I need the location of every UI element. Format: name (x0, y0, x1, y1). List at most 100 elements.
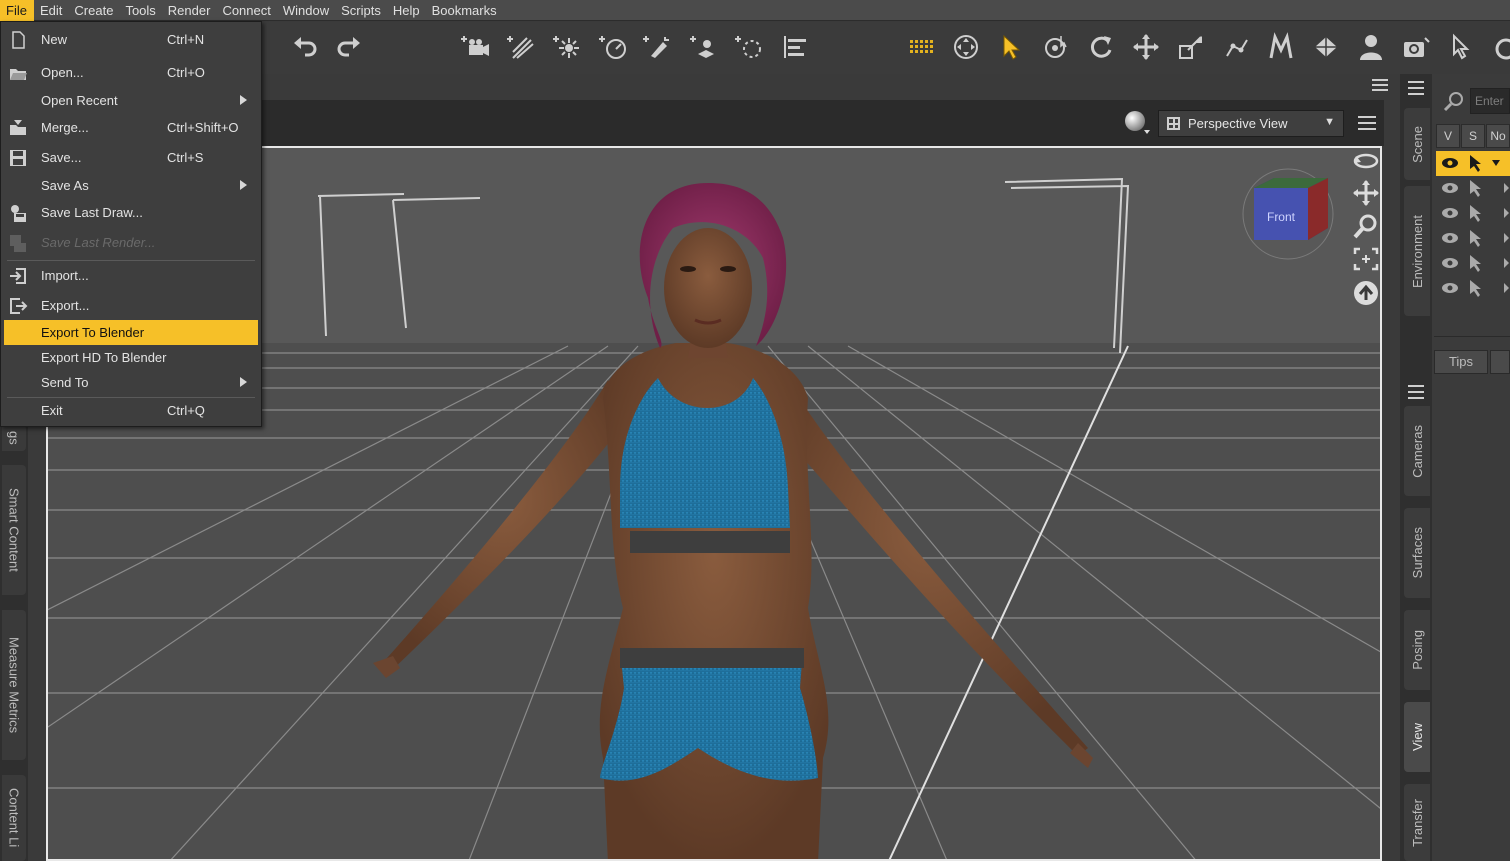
chevron-down-icon: ▼ (1324, 116, 1335, 128)
rotate-tool-icon[interactable] (1084, 30, 1118, 64)
pane-menu-icon[interactable] (1406, 80, 1426, 96)
translate-tool-icon[interactable] (1129, 30, 1163, 64)
pan-camera-icon[interactable] (1350, 178, 1382, 208)
tab-posing[interactable]: Posing (1404, 610, 1430, 690)
joint-editor-icon[interactable] (1219, 30, 1253, 64)
align-icon[interactable] (778, 30, 812, 64)
search-icon (1442, 90, 1466, 112)
export-icon (10, 298, 28, 314)
menu-edit[interactable]: Edit (34, 0, 68, 21)
new-null-icon[interactable] (733, 30, 767, 64)
tab-settings[interactable]: gs (2, 425, 26, 451)
menu-item-export-to-blender[interactable]: Export To Blender (4, 320, 258, 345)
tab-transfer[interactable]: Transfer (1404, 784, 1430, 861)
surface-selection-icon[interactable] (1490, 34, 1510, 62)
pointer-settings-icon[interactable] (1444, 30, 1478, 64)
node-selection-icon[interactable] (994, 30, 1028, 64)
tab-smart-content[interactable]: Smart Content (2, 465, 26, 595)
menu-item-save-as[interactable]: Save As (4, 173, 258, 198)
submenu-arrow-icon (240, 180, 247, 190)
menu-render[interactable]: Render (162, 0, 217, 21)
menu-tools[interactable]: Tools (119, 0, 161, 21)
menu-item-exit[interactable]: Exit Ctrl+Q (4, 398, 258, 423)
pane-menu-icon-2[interactable] (1406, 384, 1426, 400)
menu-item-send-to[interactable]: Send To (4, 370, 258, 395)
region-navigator-icon[interactable] (1039, 30, 1073, 64)
menu-item-import[interactable]: Import... (4, 263, 258, 288)
import-icon (10, 268, 26, 284)
open-folder-icon (10, 69, 27, 80)
pointer-icon (1470, 155, 1481, 172)
tab-content-library[interactable]: Content Li (2, 775, 26, 861)
tab-scene[interactable]: Scene (1404, 108, 1430, 180)
menu-scripts[interactable]: Scripts (335, 0, 387, 21)
menu-create[interactable]: Create (68, 0, 119, 21)
universal-tool-icon[interactable] (949, 30, 983, 64)
menu-connect[interactable]: Connect (216, 0, 276, 21)
menu-bar: File Edit Create Tools Render Connect Wi… (0, 0, 1510, 21)
tab-environment[interactable]: Environment (1404, 186, 1430, 316)
scene-row-icons (1442, 155, 1509, 297)
menu-item-save[interactable]: Save... Ctrl+S (4, 145, 258, 170)
menu-window[interactable]: Window (277, 0, 335, 21)
merge-icon (10, 120, 26, 135)
zoom-camera-icon[interactable] (1350, 211, 1382, 241)
point-light-icon[interactable] (551, 30, 585, 64)
orbit-camera-icon[interactable] (1350, 146, 1382, 176)
reset-camera-icon[interactable] (1350, 278, 1382, 308)
draw-style-icon[interactable] (1120, 108, 1154, 138)
tab-cameras[interactable]: Cameras (1404, 406, 1430, 496)
pane-options-icon[interactable] (1370, 78, 1390, 92)
render-settings-icon[interactable] (904, 30, 938, 64)
tab-more[interactable] (1490, 350, 1510, 374)
menu-item-new[interactable]: New Ctrl+N (4, 27, 258, 52)
new-primitive-icon[interactable] (688, 30, 722, 64)
geometry-editor-icon[interactable] (1309, 30, 1343, 64)
menu-item-export-hd-to-blender[interactable]: Export HD To Blender (4, 345, 258, 370)
menu-item-merge[interactable]: Merge... Ctrl+Shift+O (4, 115, 258, 140)
menu-separator (7, 260, 255, 261)
panel-divider (1434, 336, 1510, 337)
frame-icon[interactable] (1350, 244, 1382, 274)
spot-light-icon[interactable] (597, 30, 631, 64)
menu-item-save-last-draw[interactable]: Save Last Draw... (4, 200, 258, 225)
menu-item-open[interactable]: Open... Ctrl+O (4, 60, 258, 85)
menu-help[interactable]: Help (387, 0, 426, 21)
figure-tool-icon[interactable] (1354, 30, 1388, 64)
scale-tool-icon[interactable] (1174, 30, 1208, 64)
scene-filter-input[interactable]: Enter (1470, 88, 1510, 114)
distant-light-icon[interactable] (505, 30, 539, 64)
tab-view[interactable]: View (1404, 702, 1430, 772)
save-last-render-icon (10, 235, 26, 252)
viewport-options-icon[interactable] (1356, 115, 1378, 131)
render-camera-icon[interactable] (1399, 30, 1433, 64)
redo-icon[interactable] (332, 30, 366, 64)
file-menu: New Ctrl+N Open... Ctrl+O Open Recent Merg… (0, 21, 262, 427)
filter-placeholder: Enter (1475, 94, 1504, 108)
camera-selector[interactable]: Perspective View ▼ (1158, 110, 1344, 137)
menu-item-open-recent[interactable]: Open Recent (4, 88, 258, 113)
save-last-draw-icon (11, 205, 26, 222)
right-pane-tabs: Scene Environment Cameras Surfaces Posin… (1400, 74, 1432, 861)
new-camera-icon[interactable] (459, 30, 493, 64)
save-icon (10, 150, 26, 166)
view-cube-label: Front (1267, 210, 1296, 224)
tab-measure-metrics[interactable]: Measure Metrics (2, 610, 26, 760)
tips-tab[interactable]: Tips (1434, 350, 1488, 374)
viewport-layout-icon (1167, 117, 1180, 130)
new-document-icon (12, 31, 25, 49)
eye-icon (1442, 158, 1458, 168)
menu-item-export[interactable]: Export... (4, 293, 258, 318)
column-node[interactable]: No (1486, 124, 1510, 148)
menu-file[interactable]: File (0, 0, 34, 21)
menu-bookmarks[interactable]: Bookmarks (426, 0, 503, 21)
undo-icon[interactable] (288, 30, 322, 64)
tab-surfaces[interactable]: Surfaces (1404, 508, 1430, 598)
linear-light-icon[interactable] (641, 30, 675, 64)
column-selectable[interactable]: S (1461, 124, 1485, 148)
menu-item-save-last-render: Save Last Render... (4, 230, 258, 255)
submenu-arrow-icon (240, 377, 247, 387)
left-pane-tabs: gs Smart Content Measure Metrics Content… (0, 425, 28, 861)
morph-tool-icon[interactable] (1264, 30, 1298, 64)
column-visible[interactable]: V (1436, 124, 1460, 148)
